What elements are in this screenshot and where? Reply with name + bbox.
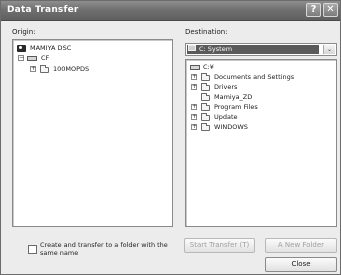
collapse-icon[interactable]: − xyxy=(18,55,24,61)
destination-label: Destination: xyxy=(185,28,228,36)
folder-icon xyxy=(201,123,210,131)
title-bar[interactable]: Data Transfer ? ✕ xyxy=(1,1,340,21)
window-title: Data Transfer xyxy=(7,5,79,15)
destination-drive-value: C: System xyxy=(187,45,319,54)
folder-icon xyxy=(201,93,210,101)
folder-icon xyxy=(201,113,210,121)
create-folder-label[interactable]: Create and transfer to a folder with the… xyxy=(40,241,180,257)
expand-icon[interactable]: + xyxy=(191,124,197,130)
folder-icon xyxy=(201,103,210,111)
drive-icon xyxy=(190,65,200,70)
folder-icon xyxy=(201,83,210,91)
new-folder-button[interactable]: A New Folder xyxy=(265,238,337,253)
destination-tree[interactable]: C:¥ + Documents and Settings + Drivers M… xyxy=(185,59,337,227)
data-transfer-window: Data Transfer ? ✕ Origin: Destination: M… xyxy=(0,0,341,275)
folder-icon xyxy=(40,65,49,73)
chevron-down-icon[interactable]: ⌄ xyxy=(323,45,335,54)
expand-icon[interactable]: + xyxy=(191,84,197,90)
close-icon[interactable]: ✕ xyxy=(323,3,338,17)
origin-tree[interactable]: MAMIYA DSC − CF + 100MOPDS xyxy=(12,39,173,227)
expand-icon[interactable]: + xyxy=(30,66,36,72)
expand-icon[interactable]: + xyxy=(191,74,197,80)
create-folder-checkbox[interactable] xyxy=(28,245,37,254)
camera-icon xyxy=(17,45,26,52)
close-button[interactable]: Close xyxy=(265,257,337,272)
folder-icon xyxy=(201,73,210,81)
help-icon[interactable]: ? xyxy=(306,3,321,17)
expand-icon[interactable]: + xyxy=(191,114,197,120)
drive-icon xyxy=(27,56,37,61)
start-transfer-button[interactable]: Start Transfer (T) xyxy=(184,238,255,253)
expand-icon[interactable]: + xyxy=(191,104,197,110)
destination-drive-select[interactable]: C: System ⌄ xyxy=(185,43,337,56)
drive-icon xyxy=(188,45,196,51)
origin-label: Origin: xyxy=(12,28,36,36)
